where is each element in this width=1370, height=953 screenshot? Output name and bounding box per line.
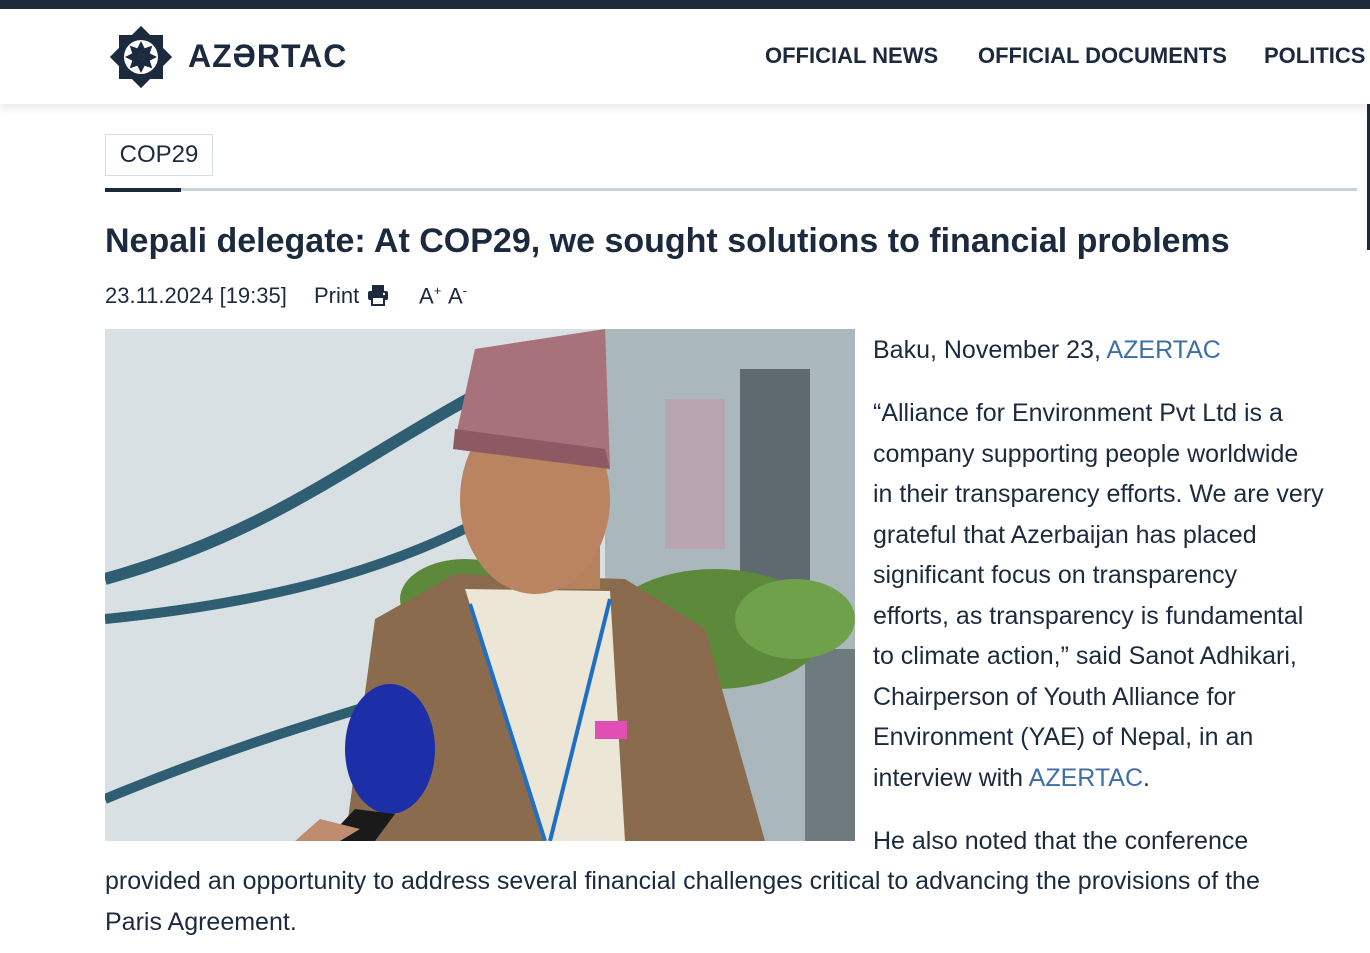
paragraph-line: company supporting people worldwide <box>873 439 1299 468</box>
logo-wordmark[interactable]: AZƏRTAC <box>188 38 347 75</box>
paragraph-line: provided an opportunity to address sever… <box>105 867 1260 895</box>
paragraph-line: efforts, as transparency is fundamental <box>873 601 1304 630</box>
nav-politics[interactable]: POLITICS› <box>1264 43 1370 69</box>
font-decrease-label: A <box>448 283 463 309</box>
font-decrease-button[interactable]: A- <box>448 283 467 309</box>
paragraph-line: in their transparency efforts. We are ve… <box>873 480 1324 508</box>
paragraph-text: interview with <box>873 763 1024 792</box>
paragraph-line: grateful that Azerbaijan has placed <box>873 520 1257 549</box>
article-paragraph-1: “Alliance for Environment Pvt Ltd is a c… <box>873 393 1363 798</box>
nav-official-news[interactable]: OFFICIAL NEWS <box>765 43 938 69</box>
print-button[interactable]: Print <box>314 283 359 309</box>
nav-politics-label: POLITICS <box>1264 43 1366 68</box>
azertac-link[interactable]: AZERTAC <box>1029 764 1143 792</box>
minus-icon: - <box>462 283 468 298</box>
plus-icon: + <box>433 283 442 298</box>
paragraph-line: significant focus on transparency <box>873 561 1238 589</box>
font-increase-button[interactable]: A+ <box>419 283 441 309</box>
dateline-text: Baku, November 23, <box>873 336 1101 364</box>
paragraph-line: “Alliance for Environment Pvt Ltd is a <box>873 399 1283 427</box>
article-datetime: 23.11.2024 [19:35] <box>105 283 287 308</box>
article-dateline: Baku, November 23, AZERTAC <box>873 330 1221 371</box>
font-increase-label: A <box>419 283 434 309</box>
nav-official-documents[interactable]: OFFICIAL DOCUMENTS <box>978 43 1227 69</box>
paragraph-line-last: interview with AZERTAC. <box>873 758 1363 799</box>
paragraph-punctuation: . <box>1143 763 1150 792</box>
paragraph-line: to climate action,” said Sanot Adhikari, <box>873 642 1297 670</box>
article-paragraph-2-start: He also noted that the conference <box>873 827 1249 855</box>
article-photo <box>105 329 855 841</box>
paragraph-line: Chairperson of Youth Alliance for <box>873 682 1236 711</box>
azertac-logo-icon[interactable] <box>106 22 176 92</box>
article-paragraph-2-continued: provided an opportunity to address sever… <box>105 861 1260 942</box>
paragraph-line: Environment (YAE) of Nepal, in an <box>873 723 1254 751</box>
source-link[interactable]: AZERTAC <box>1106 336 1220 364</box>
top-accent-bar <box>0 0 1370 9</box>
paragraph-line: Paris Agreement. <box>105 907 297 936</box>
section-divider <box>105 188 1357 191</box>
printer-icon[interactable] <box>367 284 389 306</box>
category-tag-underline <box>105 188 181 192</box>
site-header: AZƏRTAC OFFICIAL NEWS OFFICIAL DOCUMENTS… <box>0 9 1370 104</box>
article-title: Nepali delegate: At COP29, we sought sol… <box>105 222 1230 260</box>
category-tag[interactable]: COP29 <box>105 134 213 176</box>
